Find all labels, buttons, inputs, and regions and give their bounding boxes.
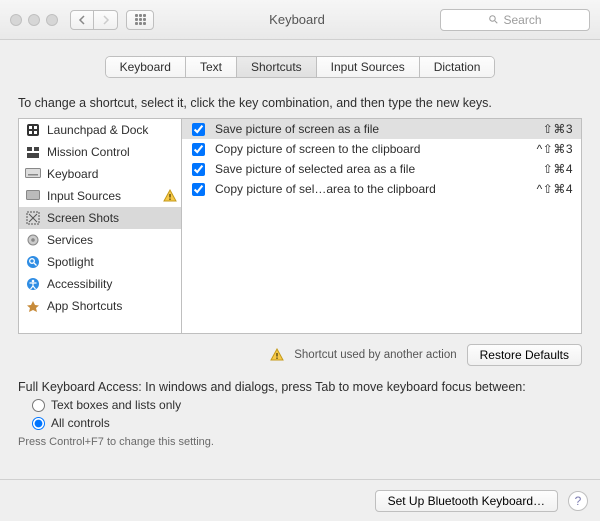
category-services[interactable]: Services	[19, 229, 181, 251]
search-input[interactable]: Search	[440, 9, 590, 31]
input-sources-icon	[25, 188, 41, 204]
shortcut-enable-checkbox[interactable]	[192, 123, 205, 136]
category-input-sources[interactable]: Input Sources	[19, 185, 181, 207]
shortcut-keys[interactable]: ⇧⌘4	[543, 162, 573, 176]
shortcut-row[interactable]: Copy picture of sel…area to the clipboar…	[182, 179, 581, 199]
category-label: Services	[47, 233, 93, 247]
full-keyboard-access-heading: Full Keyboard Access: In windows and dia…	[18, 380, 582, 394]
category-spotlight[interactable]: Spotlight	[19, 251, 181, 273]
tab-dictation[interactable]: Dictation	[420, 57, 495, 77]
shortcut-label: Save picture of selected area as a file	[215, 162, 535, 176]
tab-text[interactable]: Text	[186, 57, 237, 77]
search-icon	[488, 14, 499, 25]
category-launchpad-dock[interactable]: Launchpad & Dock	[19, 119, 181, 141]
app-shortcuts-icon	[25, 298, 41, 314]
fka-option-text-boxes[interactable]: Text boxes and lists only	[32, 398, 582, 412]
fka-hint: Press Control+F7 to change this setting.	[18, 436, 582, 448]
category-label: Mission Control	[47, 145, 130, 159]
search-placeholder: Search	[503, 13, 541, 27]
below-list-row: Shortcut used by another action Restore …	[18, 344, 582, 366]
fka-label: Text boxes and lists only	[51, 398, 181, 412]
shortcut-row[interactable]: Save picture of screen as a file ⇧⌘3	[182, 119, 581, 139]
shortcut-label: Copy picture of screen to the clipboard	[215, 142, 529, 156]
footer: Set Up Bluetooth Keyboard… ?	[0, 479, 600, 521]
shortcut-keys[interactable]: ⇧⌘3	[543, 122, 573, 136]
tabs-row: Keyboard Text Shortcuts Input Sources Di…	[0, 56, 600, 78]
accessibility-icon	[25, 276, 41, 292]
shortcut-keys[interactable]: ^⇧⌘3	[537, 142, 573, 156]
bluetooth-keyboard-button[interactable]: Set Up Bluetooth Keyboard…	[375, 490, 558, 512]
close-window[interactable]	[10, 14, 22, 26]
split-pane: Launchpad & Dock Mission Control Keyboar…	[18, 118, 582, 334]
category-label: App Shortcuts	[47, 299, 122, 313]
show-all-button[interactable]	[126, 10, 154, 30]
back-button[interactable]	[70, 10, 94, 30]
forward-button[interactable]	[94, 10, 118, 30]
warning-icon	[270, 348, 284, 362]
fka-label: All controls	[51, 416, 110, 430]
launchpad-icon	[25, 122, 41, 138]
window-title: Keyboard	[162, 12, 432, 27]
shortcut-enable-checkbox[interactable]	[192, 143, 205, 156]
tabs: Keyboard Text Shortcuts Input Sources Di…	[105, 56, 496, 78]
category-screen-shots[interactable]: Screen Shots	[19, 207, 181, 229]
category-label: Accessibility	[47, 277, 112, 291]
shortcut-label: Save picture of screen as a file	[215, 122, 535, 136]
spotlight-icon	[25, 254, 41, 270]
services-icon	[25, 232, 41, 248]
category-list[interactable]: Launchpad & Dock Mission Control Keyboar…	[18, 118, 182, 334]
category-label: Launchpad & Dock	[47, 123, 148, 137]
warning-icon	[163, 189, 177, 203]
shortcut-enable-checkbox[interactable]	[192, 163, 205, 176]
category-label: Input Sources	[47, 189, 121, 203]
screenshot-icon	[25, 210, 41, 226]
category-label: Keyboard	[47, 167, 98, 181]
category-accessibility[interactable]: Accessibility	[19, 273, 181, 295]
conflict-note: Shortcut used by another action	[294, 349, 456, 361]
fka-radio-all-controls[interactable]	[32, 417, 45, 430]
window-controls	[10, 14, 58, 26]
minimize-window[interactable]	[28, 14, 40, 26]
shortcut-label: Copy picture of sel…area to the clipboar…	[215, 182, 529, 196]
shortcut-keys[interactable]: ^⇧⌘4	[537, 182, 573, 196]
category-mission-control[interactable]: Mission Control	[19, 141, 181, 163]
content: To change a shortcut, select it, click t…	[0, 78, 600, 460]
nav-buttons	[70, 10, 118, 30]
tab-shortcuts[interactable]: Shortcuts	[237, 57, 317, 77]
tab-keyboard[interactable]: Keyboard	[106, 57, 186, 77]
tab-input-sources[interactable]: Input Sources	[317, 57, 420, 77]
keyboard-icon	[25, 166, 41, 182]
restore-defaults-button[interactable]: Restore Defaults	[467, 344, 582, 366]
shortcut-list[interactable]: Save picture of screen as a file ⇧⌘3 Cop…	[182, 118, 582, 334]
category-app-shortcuts[interactable]: App Shortcuts	[19, 295, 181, 317]
fka-radio-text-boxes[interactable]	[32, 399, 45, 412]
shortcut-row[interactable]: Save picture of selected area as a file …	[182, 159, 581, 179]
shortcut-enable-checkbox[interactable]	[192, 183, 205, 196]
category-keyboard[interactable]: Keyboard	[19, 163, 181, 185]
titlebar: Keyboard Search	[0, 0, 600, 40]
zoom-window[interactable]	[46, 14, 58, 26]
fka-option-all-controls[interactable]: All controls	[32, 416, 582, 430]
shortcut-row[interactable]: Copy picture of screen to the clipboard …	[182, 139, 581, 159]
mission-control-icon	[25, 144, 41, 160]
category-label: Spotlight	[47, 255, 94, 269]
help-button[interactable]: ?	[568, 491, 588, 511]
category-label: Screen Shots	[47, 211, 119, 225]
instruction-text: To change a shortcut, select it, click t…	[18, 96, 582, 110]
